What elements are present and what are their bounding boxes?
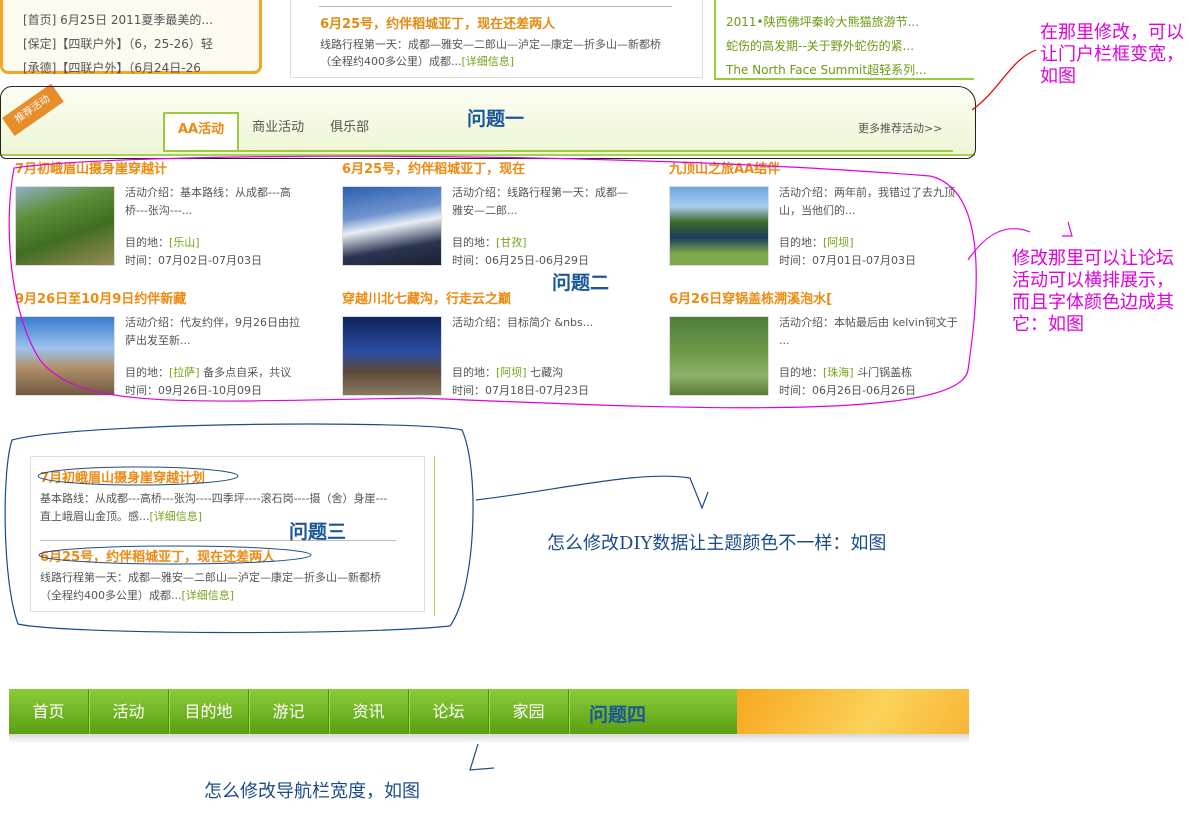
divider <box>434 456 435 616</box>
detail-link[interactable]: [详细信息] <box>182 589 235 602</box>
activity-card: 6月25号，约伴稻城亚丁，现在 活动介绍：线路行程第一天：成都—雅安—二郎...… <box>342 158 628 267</box>
activity-title[interactable]: 九顶山之旅AA结伴 <box>669 158 780 177</box>
activity-card: 7月初峨眉山摄身崖穿越计 活动介绍：基本路线：从成都---高桥---张沟---.… <box>15 158 291 267</box>
activity-intro: 活动介绍：基本路线：从成都---高桥---张沟---... <box>125 186 291 217</box>
activity-time: 时间：07月02日-07月03日 <box>125 254 262 267</box>
destination-tag[interactable]: [珠海] <box>823 366 854 379</box>
destination-label: 目的地： <box>452 236 496 249</box>
annotation-note-3: 怎么修改DIY数据让主题颜色不一样：如图 <box>547 533 887 554</box>
destination-label: 目的地： <box>452 366 496 379</box>
question-four-label: 问题四 <box>589 704 647 726</box>
activity-time: 时间：06月26日-06月26日 <box>779 384 916 397</box>
annotation-arrow-4 <box>469 743 495 771</box>
annotation-note-1: 在那里修改，可以让门户栏框变宽，如图 <box>1040 22 1184 87</box>
activity-card: 9月26日至10月9日约伴新藏 活动介绍：代友约伴，9月26日由拉萨出发至新..… <box>15 288 300 397</box>
annotation-note-4: 怎么修改导航栏宽度，如图 <box>204 781 420 802</box>
news-link[interactable]: 2011•陕西佛坪秦岭大熊猫旅游节... <box>726 10 974 34</box>
destination-extra: 斗门锅盖栋 <box>853 366 913 379</box>
detail-link[interactable]: [详细信息] <box>462 55 515 68</box>
announcement-link[interactable]: [首页] 6月25日 2011夏季最美的... <box>23 8 259 32</box>
activity-card: 九顶山之旅AA结伴 活动介绍：两年前，我错过了去九顶山，当他们的... 目的地：… <box>669 158 955 267</box>
announcement-link[interactable]: [承德]【四联户外】（6月24日-26 <box>23 56 259 80</box>
activity-time: 时间：07月01日-07月03日 <box>779 254 916 267</box>
activity-thumbnail[interactable] <box>15 186 115 266</box>
activity-thumbnail[interactable] <box>342 186 442 266</box>
divider <box>319 6 672 7</box>
news-link[interactable]: The North Face Summit超轻系列... <box>726 58 974 82</box>
news-link[interactable]: 蛇伤的高发期--关于野外蛇伤的紧... <box>726 34 974 58</box>
annotation-outline <box>0 86 976 159</box>
activity-title[interactable]: 穿越川北七藏沟，行走云之巅 <box>342 288 511 307</box>
question-two-label: 问题二 <box>552 272 610 294</box>
annotation-arrow-1 <box>971 49 1037 111</box>
question-three-label: 问题三 <box>289 521 347 543</box>
activity-thumbnail[interactable] <box>15 316 115 396</box>
destination-extra: 七藏沟 <box>526 366 564 379</box>
activity-intro: 活动介绍：代友约伴，9月26日由拉萨出发至新... <box>125 316 300 347</box>
destination-extra: 备多点自采，共议 <box>199 366 292 379</box>
diy-item-title[interactable]: 7月初峨眉山摄身崖穿越计划 <box>40 467 390 486</box>
activity-destination: 目的地：[甘孜] <box>452 234 632 252</box>
annotation-arrow-3 <box>475 475 709 510</box>
destination-tag[interactable]: [阿坝] <box>823 236 854 249</box>
activity-intro: 活动介绍：线路行程第一天：成都—雅安—二郎... <box>452 186 628 217</box>
nav-item-home-garden[interactable]: 家园 <box>489 689 569 734</box>
featured-article-desc: 线路行程第一天：成都—雅安—二郎山—泸定—康定—折多山—新都桥（全程约400多公… <box>320 36 680 70</box>
destination-label: 目的地： <box>125 366 169 379</box>
diy-item-desc: 线路行程第一天：成都—雅安—二郎山—泸定—康定—折多山—新都桥（全程约400多公… <box>40 569 390 605</box>
activity-intro: 活动介绍：目标简介 &nbs... <box>452 316 594 329</box>
activity-card: 6月26日穿锅盖栋溯溪泡水[ 活动介绍：本帖最后由 kelvin钶文于 ... … <box>669 288 958 397</box>
activity-intro: 活动介绍：本帖最后由 kelvin钶文于 ... <box>779 316 958 347</box>
activity-destination: 目的地：[珠海] 斗门锅盖栋 <box>779 364 959 382</box>
destination-label: 目的地： <box>779 236 823 249</box>
news-list: 2011•陕西佛坪秦岭大熊猫旅游节... 蛇伤的高发期--关于野外蛇伤的紧...… <box>714 0 974 80</box>
nav-item-forum[interactable]: 论坛 <box>409 689 489 734</box>
detail-link[interactable]: [详细信息] <box>150 510 203 523</box>
activity-time: 时间：07月18日-07月23日 <box>452 384 589 397</box>
nav-item-activity[interactable]: 活动 <box>89 689 169 734</box>
activity-thumbnail[interactable] <box>669 316 769 396</box>
destination-label: 目的地： <box>125 236 169 249</box>
activity-title[interactable]: 6月25号，约伴稻城亚丁，现在 <box>342 158 525 177</box>
activity-card: 穿越川北七藏沟，行走云之巅 活动介绍：目标简介 &nbs... 目的地：[阿坝]… <box>342 288 593 397</box>
featured-article-title[interactable]: 6月25号，约伴稻城亚丁，现在还差两人 <box>320 13 555 32</box>
announcement-box: [首页] 6月25日 2011夏季最美的... [保定]【四联户外】（6，25-… <box>0 0 262 75</box>
activity-destination: 目的地：[拉萨] 备多点自采，共议 <box>125 364 305 382</box>
activity-thumbnail[interactable] <box>669 186 769 266</box>
announcement-link[interactable]: [保定]【四联户外】（6，25-26）轻 <box>23 32 259 56</box>
nav-item-travelogue[interactable]: 游记 <box>249 689 329 734</box>
activity-destination: 目的地：[乐山] <box>125 234 305 252</box>
activity-destination: 目的地：[阿坝] <box>779 234 959 252</box>
nav-item-news[interactable]: 资讯 <box>329 689 409 734</box>
activity-intro: 活动介绍：两年前，我错过了去九顶山，当他们的... <box>779 186 955 217</box>
destination-tag[interactable]: [甘孜] <box>496 236 527 249</box>
activity-thumbnail[interactable] <box>342 316 442 396</box>
featured-article-box: 6月25号，约伴稻城亚丁，现在还差两人 线路行程第一天：成都—雅安—二郎山—泸定… <box>290 0 703 78</box>
destination-tag[interactable]: [乐山] <box>169 236 200 249</box>
activity-destination: 目的地：[阿坝] 七藏沟 <box>452 364 632 382</box>
diy-item: 6月25号，约伴稻城亚丁，现在还差两人 线路行程第一天：成都—雅安—二郎山—泸定… <box>40 546 390 605</box>
activity-title[interactable]: 6月26日穿锅盖栋溯溪泡水[ <box>669 288 832 307</box>
nav-item-destination[interactable]: 目的地 <box>169 689 249 734</box>
nav-shadow <box>9 734 969 744</box>
activity-time: 时间：09月26日-10月09日 <box>125 384 262 397</box>
activity-title[interactable]: 7月初峨眉山摄身崖穿越计 <box>15 158 167 177</box>
diy-item-title[interactable]: 6月25号，约伴稻城亚丁，现在还差两人 <box>40 546 390 565</box>
destination-tag[interactable]: [阿坝] <box>496 366 527 379</box>
destination-label: 目的地： <box>779 366 823 379</box>
destination-tag[interactable]: [拉萨] <box>169 366 200 379</box>
annotation-note-2: 修改那里可以让论坛活动可以横排展示，而且字体颜色边成其它：如图 <box>1012 248 1174 335</box>
activity-title[interactable]: 9月26日至10月9日约伴新藏 <box>15 288 186 307</box>
nav-item-home[interactable]: 首页 <box>9 689 89 734</box>
nav-decoration <box>737 689 969 734</box>
